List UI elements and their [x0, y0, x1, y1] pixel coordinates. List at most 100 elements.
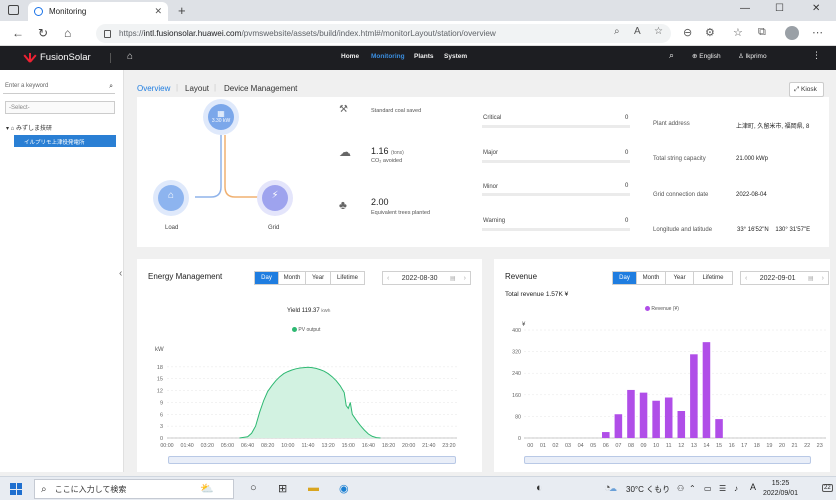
energy-period-month[interactable]: Month	[279, 272, 306, 284]
revenue-date-picker[interactable]: ‹ 2022-09-01 ▤ ›	[740, 271, 829, 285]
next-date-icon[interactable]: ›	[460, 275, 470, 282]
revenue-legend[interactable]: Revenue (¥)	[645, 306, 679, 312]
menu-system[interactable]: System	[444, 53, 467, 60]
menu-home[interactable]: Home	[341, 53, 359, 60]
brand-logo[interactable]: FusionSolar	[23, 52, 91, 63]
prev-date-icon[interactable]: ‹	[741, 275, 751, 282]
menu-plants[interactable]: Plants	[414, 53, 434, 60]
kiosk-button[interactable]: ⤢ Kiosk	[789, 82, 824, 97]
url-field[interactable]: https://intl.fusionsolar.huawei.com/pvms…	[96, 24, 671, 43]
header-search-icon[interactable]: ⌕	[669, 50, 674, 61]
calendar-icon[interactable]: ▤	[804, 275, 818, 282]
maximize-icon[interactable]: ☐	[775, 3, 784, 14]
revenue-bar	[715, 419, 723, 438]
revenue-bar	[664, 397, 673, 438]
language-selector[interactable]: ⊕ English	[692, 52, 721, 60]
x-tick-label: 16:40	[362, 443, 375, 449]
alarm-warning-label: Warning	[483, 218, 506, 224]
tree-select[interactable]: -Select-	[5, 101, 115, 114]
zoom-icon[interactable]: ⊖	[683, 26, 692, 39]
grid-label: Grid	[268, 225, 280, 231]
cortana-icon[interactable]: ○	[250, 482, 257, 494]
legend-dot-icon	[645, 306, 650, 312]
energy-date-picker[interactable]: ‹ 2022-08-30 ▤ ›	[382, 271, 471, 285]
next-date-icon[interactable]: ›	[818, 275, 828, 282]
browser-tab[interactable]: Monitoring ✕	[28, 2, 168, 21]
file-explorer-icon[interactable]: ▬	[308, 482, 319, 494]
energy-legend[interactable]: PV output	[292, 327, 320, 333]
close-tab-icon[interactable]: ✕	[154, 6, 162, 17]
favorites-icon[interactable]: ☆	[733, 26, 743, 39]
collapse-panel-icon[interactable]: ‹	[119, 268, 122, 279]
weather-text[interactable]: 30°C くもり	[626, 484, 670, 495]
tree-node-company[interactable]: ▾ ⌂ みずしま技研	[6, 123, 52, 132]
load-node[interactable]: ⌂	[153, 180, 189, 216]
revenue-bar	[677, 411, 686, 438]
grid-node[interactable]: ⚡	[257, 180, 293, 216]
user-menu[interactable]: ♙ lkprimo	[738, 52, 767, 60]
menu-monitoring[interactable]: Monitoring	[371, 53, 405, 60]
grid-date-label: Grid connection date	[653, 192, 709, 198]
search-icon[interactable]: ⌕	[109, 83, 113, 91]
pv-node[interactable]: ▦ 3.30 kW	[203, 99, 239, 135]
energy-zoom-slider[interactable]	[168, 456, 456, 464]
alarm-critical-bar	[482, 125, 630, 128]
battery-icon[interactable]: ▭	[704, 484, 712, 493]
new-tab-button[interactable]: +	[178, 3, 186, 18]
widgets-icon[interactable]: ⛅	[200, 482, 214, 495]
notification-badge[interactable]: 22	[822, 484, 833, 492]
alarm-major-count[interactable]: 0	[625, 150, 628, 156]
system-clock[interactable]: 15:25 2022/09/01	[763, 479, 798, 499]
collections-icon[interactable]: ⧉	[758, 26, 766, 39]
windows-start-icon[interactable]	[10, 483, 22, 495]
refresh-icon[interactable]: ↻	[38, 26, 48, 40]
favorite-star-icon[interactable]: ☆	[654, 26, 663, 37]
read-aloud-icon[interactable]: A	[634, 26, 641, 37]
tree-search-input[interactable]: Enter a keyword ⌕	[3, 83, 115, 94]
tab-overview[interactable]: Overview	[137, 84, 170, 93]
revenue-period-year[interactable]: Year	[666, 272, 694, 284]
more-icon[interactable]: ⋯	[812, 26, 823, 39]
x-tick-label: 06	[603, 443, 609, 449]
alarm-warning-count[interactable]: 0	[625, 218, 628, 224]
tray-overflow-icon[interactable]: ⌃	[689, 484, 696, 493]
home-icon[interactable]: ⌂	[64, 26, 71, 40]
close-window-icon[interactable]: ✕	[812, 3, 820, 14]
alarm-critical-count[interactable]: 0	[625, 115, 628, 121]
solar-panel-icon: ▦	[217, 109, 225, 118]
energy-period-day[interactable]: Day	[255, 272, 279, 284]
network-icon[interactable]: ☰	[719, 484, 726, 493]
y-tick-label: 12	[157, 389, 163, 395]
prev-date-icon[interactable]: ‹	[383, 275, 393, 282]
revenue-period-month[interactable]: Month	[637, 272, 666, 284]
tree-icon: ♣	[339, 198, 347, 212]
back-icon[interactable]: ←	[12, 26, 24, 40]
alarm-critical-label: Critical	[483, 115, 502, 121]
task-view-icon[interactable]: ⊞	[278, 482, 287, 495]
lock-icon[interactable]	[104, 29, 111, 38]
extension-icon[interactable]: ⚙	[705, 26, 715, 39]
volume-icon[interactable]: ♪	[734, 484, 738, 493]
edge-browser-icon[interactable]: ◉	[339, 482, 349, 495]
header-home-icon[interactable]: ⌂	[127, 51, 133, 62]
tab-layout[interactable]: Layout	[185, 84, 209, 93]
coal-icon: ⚒	[339, 104, 348, 115]
minimize-icon[interactable]: —	[740, 3, 750, 14]
alarm-minor-count[interactable]: 0	[625, 183, 628, 189]
tab-actions-icon[interactable]	[8, 5, 19, 15]
people-icon[interactable]: ⚇	[677, 484, 684, 493]
energy-period-year[interactable]: Year	[306, 272, 331, 284]
revenue-zoom-slider[interactable]	[524, 456, 811, 464]
revenue-period-day[interactable]: Day	[613, 272, 637, 284]
header-more-icon[interactable]: ⋮	[812, 50, 821, 61]
ime-indicator[interactable]: A	[750, 482, 756, 492]
energy-period-lifetime[interactable]: Lifetime	[331, 272, 364, 284]
calendar-icon[interactable]: ▤	[446, 275, 460, 282]
tree-node-station[interactable]: イルプリモ上津役発電所	[14, 135, 116, 147]
revenue-period-lifetime[interactable]: Lifetime	[694, 272, 732, 284]
app-icon[interactable]: ◐	[536, 482, 543, 494]
grid-date-value: 2022-08-04	[736, 192, 767, 198]
profile-avatar[interactable]	[785, 26, 799, 40]
tab-device-management[interactable]: Device Management	[224, 84, 297, 93]
search-page-icon[interactable]: ⌕	[614, 26, 620, 37]
